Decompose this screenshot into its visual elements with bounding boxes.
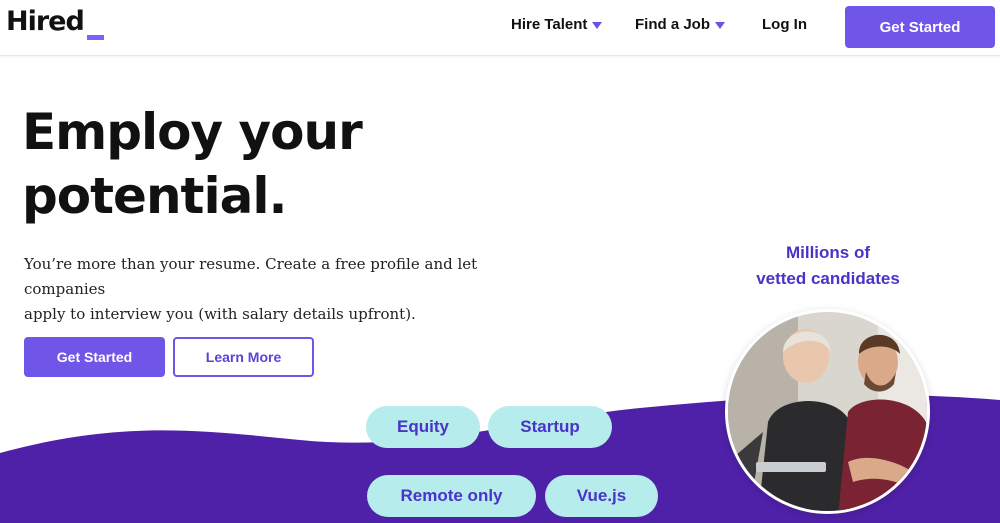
nav-hire-talent[interactable]: Hire Talent bbox=[511, 16, 603, 33]
logo-underscore-accent bbox=[87, 35, 104, 40]
hero-title-line-1: Employ your bbox=[22, 103, 363, 161]
hero-subtitle-line-2: apply to interview you (with salary deta… bbox=[24, 305, 416, 323]
hero-title-line-2: potential. bbox=[22, 167, 287, 225]
caret-down-icon bbox=[592, 22, 603, 29]
hired-logo[interactable]: Hired bbox=[6, 6, 85, 37]
hero-title: Employ your potential. bbox=[22, 100, 442, 228]
caret-down-icon bbox=[715, 22, 725, 29]
tag-startup[interactable]: Startup bbox=[488, 406, 612, 448]
header-get-started-button[interactable]: Get Started bbox=[845, 6, 995, 48]
promo-line-2: vetted candidates bbox=[756, 269, 900, 288]
learn-more-button[interactable]: Learn More bbox=[173, 337, 314, 377]
tag-vuejs[interactable]: Vue.js bbox=[545, 475, 658, 517]
hero-subtitle-line-1: You’re more than your resume. Create a f… bbox=[24, 255, 478, 298]
nav-hire-talent-label: Hire Talent bbox=[511, 16, 588, 33]
candidates-photo bbox=[725, 309, 930, 514]
hero-get-started-button[interactable]: Get Started bbox=[24, 337, 165, 377]
promo-line-1: Millions of bbox=[785, 243, 871, 262]
top-navigation: Hired Hire Talent Find a Job Log In Get … bbox=[0, 0, 1000, 56]
nav-find-a-job[interactable]: Find a Job bbox=[635, 16, 725, 33]
tag-equity[interactable]: Equity bbox=[366, 406, 480, 448]
candidates-photo-illustration bbox=[728, 312, 927, 511]
promo-heading: Millions of vetted candidates bbox=[718, 240, 938, 292]
hero-subtitle: You’re more than your resume. Create a f… bbox=[24, 252, 494, 327]
tag-remote-only[interactable]: Remote only bbox=[367, 475, 536, 517]
nav-log-in[interactable]: Log In bbox=[762, 16, 807, 33]
nav-find-a-job-label: Find a Job bbox=[635, 16, 710, 33]
